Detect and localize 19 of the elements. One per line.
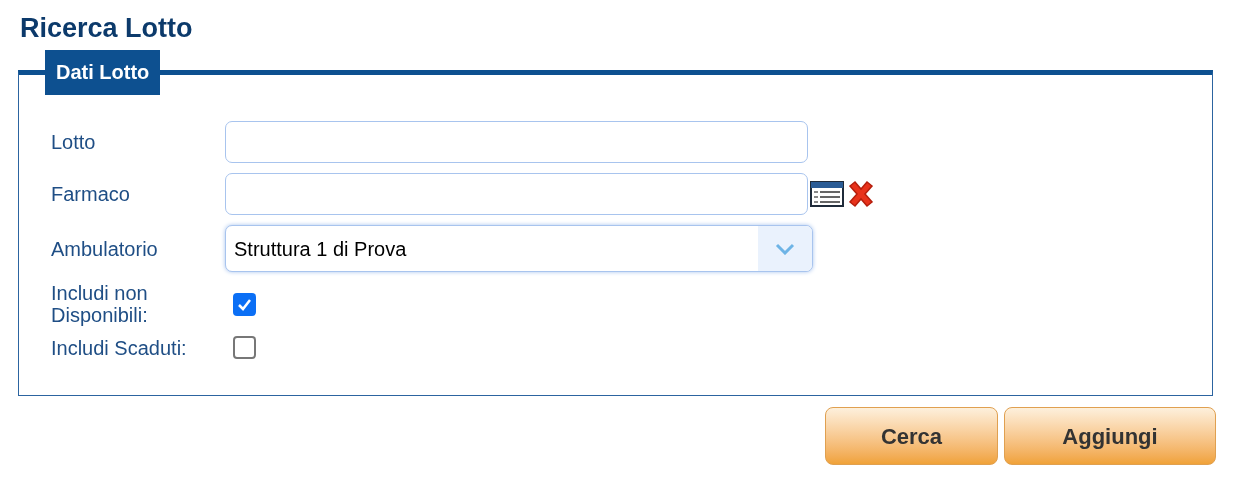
select-value: Struttura 1 di Prova [233,236,408,262]
chevron-down-icon [775,242,795,255]
section-legend: Dati Lotto [45,50,161,95]
field-label: Includi Scaduti: [51,336,188,359]
close-icon[interactable] [846,180,876,208]
field-label: Ambulatorio [51,237,159,260]
select-field[interactable]: Struttura 1 di Prova [225,225,813,272]
checkbox[interactable] [233,292,256,316]
action-button[interactable]: Cerca [825,407,998,465]
check-icon [237,297,252,311]
field-label: Includi non Disponibili: [51,282,149,326]
list-icon[interactable] [810,181,844,207]
checkbox[interactable] [233,336,256,359]
text-field[interactable] [225,121,808,163]
field-label: Farmaco [51,183,131,205]
page-title: Ricerca Lotto [20,12,194,44]
field-label: Lotto [51,131,97,153]
action-button[interactable]: Aggiungi [1004,407,1216,465]
text-field[interactable] [225,173,808,215]
